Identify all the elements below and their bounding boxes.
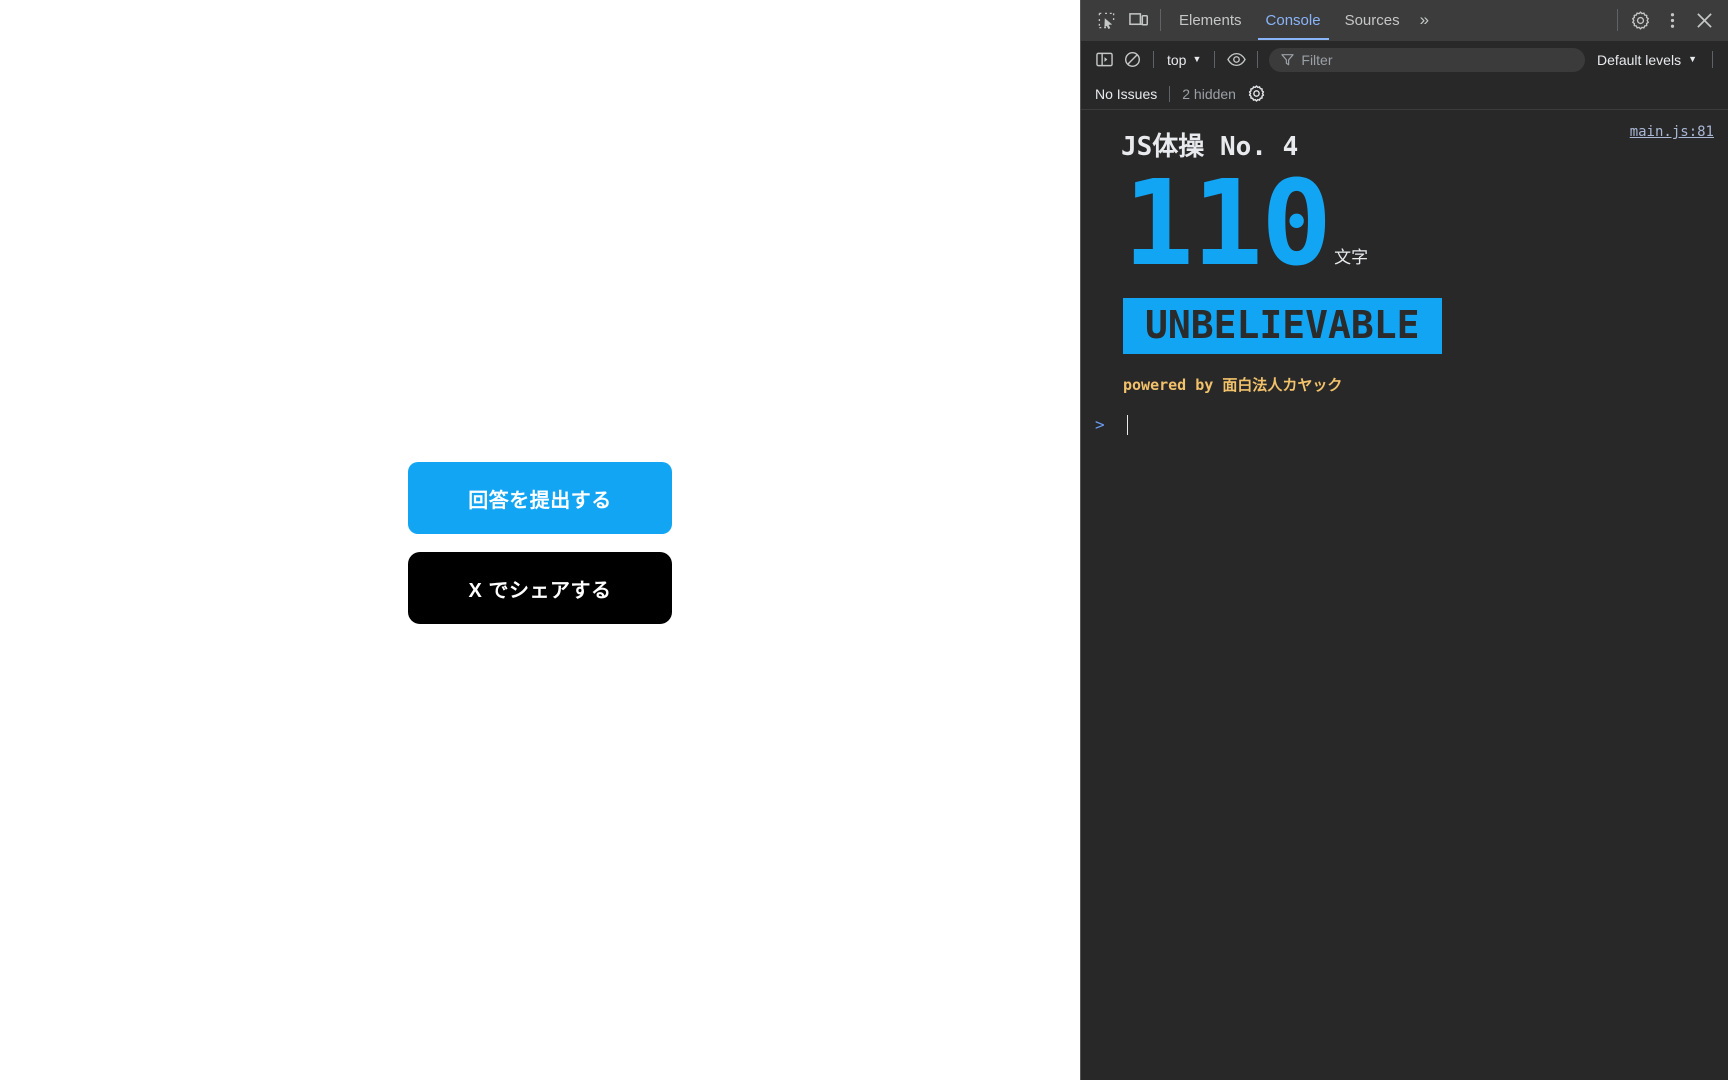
share-on-x-button-label: X でシェアする xyxy=(468,579,612,602)
console-sidebar-toggle-icon[interactable] xyxy=(1090,46,1118,74)
devtools-tabbar: Elements Console Sources » xyxy=(1081,0,1728,41)
more-options-icon[interactable] xyxy=(1656,0,1688,40)
devtools-panel: Elements Console Sources » top ▼ Filter … xyxy=(1080,0,1728,1080)
page-action-buttons: 回答を提出する X でシェアする xyxy=(408,462,672,624)
console-filter-input[interactable]: Filter xyxy=(1269,47,1586,72)
toolbar-divider-3 xyxy=(1257,51,1259,68)
screen: 回答を提出する X でシェアする Elements Console Source… xyxy=(0,0,1728,1080)
tab-sources-label: Sources xyxy=(1344,11,1400,29)
tab-sources[interactable]: Sources xyxy=(1333,0,1412,40)
web-page-viewport: 回答を提出する X でシェアする xyxy=(0,0,1080,1080)
character-count-unit: 文字 xyxy=(1334,247,1369,268)
text-cursor xyxy=(1127,414,1128,435)
issues-bar: No Issues 2 hidden xyxy=(1081,78,1728,110)
tab-console-label: Console xyxy=(1265,11,1321,29)
rating-banner: UNBELIEVABLE xyxy=(1123,297,1442,354)
toolbar-divider-4 xyxy=(1712,51,1713,68)
console-output: main.js:81 JS体操 No. 4 110 文字 UNBELIEVABL… xyxy=(1081,110,1728,1080)
more-tabs-icon[interactable]: » xyxy=(1412,0,1435,40)
hidden-messages-label[interactable]: 2 hidden xyxy=(1182,86,1236,102)
tab-elements[interactable]: Elements xyxy=(1167,0,1254,40)
no-issues-label[interactable]: No Issues xyxy=(1095,86,1157,102)
more-tabs-glyph: » xyxy=(1419,10,1430,29)
close-devtools-icon[interactable] xyxy=(1688,0,1720,40)
submit-answer-button[interactable]: 回答を提出する xyxy=(408,462,672,534)
filter-placeholder-text: Filter xyxy=(1301,51,1333,68)
tabbar-divider xyxy=(1160,9,1161,31)
share-on-x-button[interactable]: X でシェアする xyxy=(408,552,672,624)
log-levels-select[interactable]: Default levels ▼ xyxy=(1589,52,1705,68)
toolbar-divider-2 xyxy=(1214,51,1216,68)
submit-answer-button-label: 回答を提出する xyxy=(468,489,612,512)
clear-console-icon[interactable] xyxy=(1118,46,1146,74)
tabbar-divider-right xyxy=(1617,9,1618,31)
log-levels-label: Default levels xyxy=(1597,51,1682,68)
tab-elements-label: Elements xyxy=(1179,11,1242,29)
filter-funnel-icon xyxy=(1281,53,1295,66)
character-count-row: 110 文字 xyxy=(1123,154,1714,292)
character-count-value: 110 xyxy=(1123,154,1332,292)
inspect-element-icon[interactable] xyxy=(1090,0,1122,40)
rating-banner-text: UNBELIEVABLE xyxy=(1145,302,1420,347)
execution-context-select[interactable]: top ▼ xyxy=(1161,52,1207,68)
toolbar-divider-1 xyxy=(1153,51,1154,68)
tab-console[interactable]: Console xyxy=(1254,0,1333,40)
settings-gear-icon[interactable] xyxy=(1624,0,1656,40)
chevron-down-icon-levels: ▼ xyxy=(1688,54,1697,64)
device-toolbar-toggle-icon[interactable] xyxy=(1122,0,1154,40)
live-expression-eye-icon[interactable] xyxy=(1222,46,1250,74)
issues-divider xyxy=(1169,85,1171,102)
powered-by-text: powered by 面白法人カヤック xyxy=(1123,375,1343,394)
console-input-row[interactable]: > xyxy=(1081,407,1728,443)
execution-context-label: top xyxy=(1167,51,1187,68)
message-source-link[interactable]: main.js:81 xyxy=(1630,124,1714,140)
prompt-chevron-icon: > xyxy=(1095,415,1105,435)
chevron-down-icon: ▼ xyxy=(1192,54,1202,64)
tabbar-spacer xyxy=(1435,0,1611,40)
console-message: main.js:81 JS体操 No. 4 110 文字 UNBELIEVABL… xyxy=(1081,114,1728,401)
console-toolbar: top ▼ Filter Default levels ▼ xyxy=(1081,41,1728,78)
console-settings-gear-icon[interactable] xyxy=(1248,85,1265,102)
